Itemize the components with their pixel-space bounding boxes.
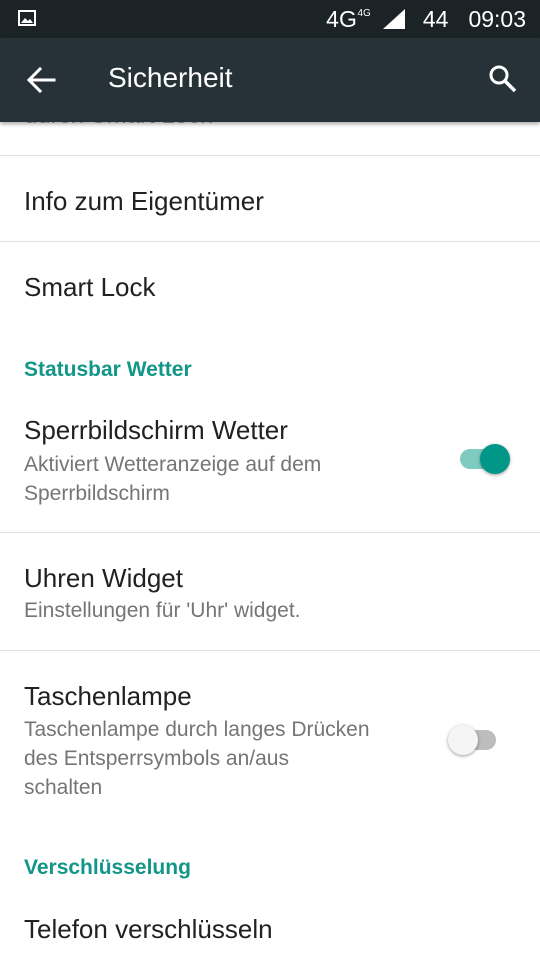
section-header-encryption: Verschlüsselung xyxy=(24,856,191,879)
toggle-thumb xyxy=(448,725,478,755)
settings-list[interactable]: durch Smart Lock Info zum Eigentümer Sma… xyxy=(0,122,540,960)
signal-icon xyxy=(382,9,405,29)
flashlight-subtitle: Taschenlampe durch langes Drücken des En… xyxy=(24,715,424,802)
partial-item-subtitle: durch Smart Lock xyxy=(24,122,212,130)
section-header-weather: Statusbar Wetter xyxy=(24,358,192,381)
divider xyxy=(0,650,540,651)
subtitle-line: Sperrbildschirm xyxy=(24,482,170,505)
subtitle-line: des Entsperrsymbols an/aus xyxy=(24,747,289,770)
battery-level: 44 xyxy=(422,5,449,32)
clock-widget-subtitle: Einstellungen für 'Uhr' widget. xyxy=(24,599,301,622)
toggle-thumb xyxy=(480,444,510,474)
smart-lock-title: Smart Lock xyxy=(24,272,156,302)
app-bar: Sicherheit xyxy=(0,38,540,122)
network-type: 4G xyxy=(326,5,357,32)
back-arrow-icon[interactable] xyxy=(26,66,56,94)
clock-widget-title: Uhren Widget xyxy=(24,563,183,593)
status-bar: 4G 4G 44 09:03 xyxy=(0,0,540,38)
encrypt-phone-title: Telefon verschlüsseln xyxy=(24,914,273,944)
lockscreen-weather-toggle[interactable] xyxy=(454,438,514,478)
flashlight-title: Taschenlampe xyxy=(24,681,192,711)
lockscreen-weather-title: Sperrbildschirm Wetter xyxy=(24,415,288,445)
subtitle-line: schalten xyxy=(24,776,103,799)
search-icon[interactable] xyxy=(488,64,518,94)
owner-info-title: Info zum Eigentümer xyxy=(24,186,264,216)
divider xyxy=(0,241,540,242)
subtitle-line: Taschenlampe durch langes Drücken xyxy=(24,718,370,741)
flashlight-toggle[interactable] xyxy=(448,719,508,759)
network-indicator: 4G 4G xyxy=(326,6,373,33)
lockscreen-weather-subtitle: Aktiviert Wetteranzeige auf dem Sperrbil… xyxy=(24,450,424,508)
network-type-sup: 4G xyxy=(357,7,371,19)
page-title: Sicherheit xyxy=(108,62,233,93)
clock: 09:03 xyxy=(468,5,526,32)
divider xyxy=(0,155,540,156)
divider xyxy=(0,532,540,533)
image-icon xyxy=(18,10,36,26)
subtitle-line: Aktiviert Wetteranzeige auf dem xyxy=(24,453,322,476)
